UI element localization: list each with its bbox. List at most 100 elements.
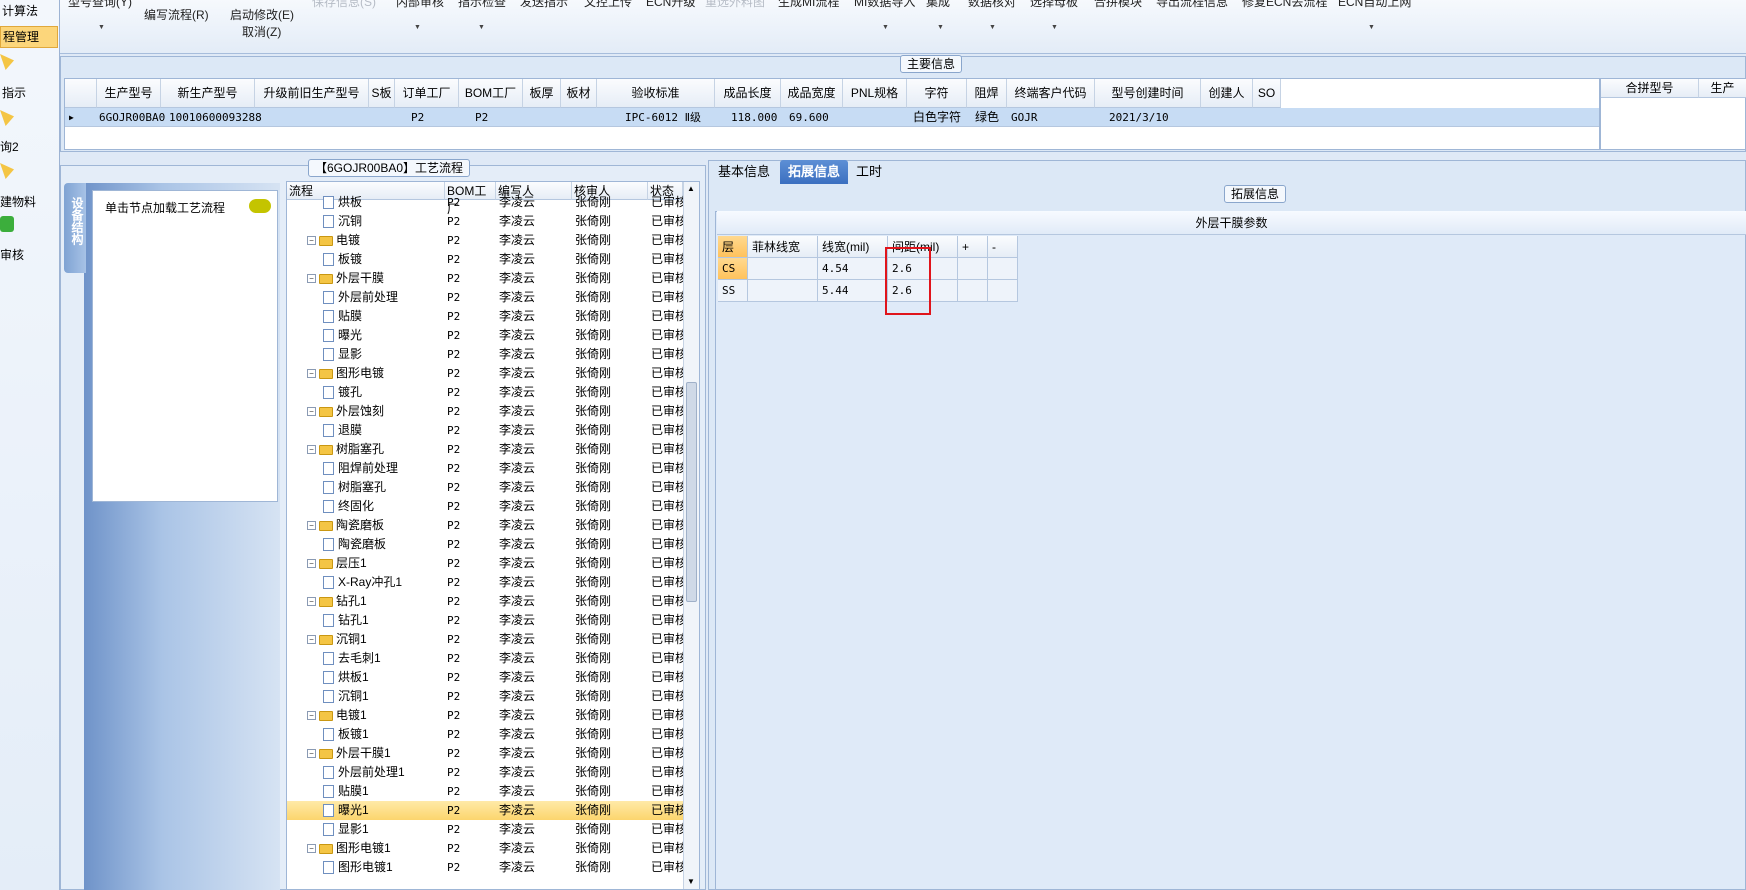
column-header[interactable]: 成品宽度 xyxy=(781,79,843,108)
cell-length[interactable]: 118.000 xyxy=(731,108,777,127)
tree-row[interactable]: 退膜 P2 李凌云 张倚刚 已审核 xyxy=(287,421,683,440)
column-header[interactable]: 线宽(mil) xyxy=(818,236,888,258)
cancel-button[interactable]: 取消(Z) xyxy=(242,23,281,40)
collapse-icon[interactable]: − xyxy=(307,597,316,607)
column-header[interactable]: 订单工厂 xyxy=(395,79,459,108)
collapse-icon[interactable]: − xyxy=(307,407,316,417)
tree-node[interactable]: − 钻孔1 xyxy=(307,592,445,611)
collapse-icon[interactable]: − xyxy=(307,236,316,246)
tree-row[interactable]: 烘板 P2 李凌云 张倚刚 已审核 xyxy=(287,193,683,212)
fix-ecn-process-button[interactable]: 修复ECN丢流程 xyxy=(1242,0,1327,10)
ecn-upgrade-button[interactable]: ECN升级 xyxy=(646,0,695,10)
column-header[interactable]: 阻焊 xyxy=(967,79,1007,108)
table-row[interactable] xyxy=(65,108,1599,127)
column-header[interactable]: 层 xyxy=(718,236,748,258)
collapse-icon[interactable]: − xyxy=(307,445,316,455)
cell-solder-mask[interactable]: 绿色 xyxy=(975,108,999,127)
tree-node[interactable]: − 外层蚀刻 xyxy=(307,402,445,421)
nav-item-calc[interactable]: 计算法 xyxy=(0,2,58,19)
chevron-down-icon[interactable]: ▼ xyxy=(478,24,485,31)
tree-node[interactable]: − 树脂塞孔 xyxy=(307,440,445,459)
collapse-icon[interactable]: − xyxy=(307,369,316,379)
collapse-icon[interactable]: − xyxy=(307,635,316,645)
tree-node[interactable]: 贴膜 xyxy=(323,307,445,326)
collapse-icon[interactable]: − xyxy=(307,274,316,284)
tree-row[interactable]: − 电镀 P2 李凌云 张倚刚 已审核 xyxy=(287,231,683,250)
empty-cell[interactable] xyxy=(988,258,1018,280)
reselect-drawing-button[interactable]: 重选外料图 xyxy=(705,0,765,10)
tree-row[interactable]: − 层压1 P2 李凌云 张倚刚 已审核 xyxy=(287,554,683,573)
column-header[interactable]: 创建人 xyxy=(1201,79,1253,108)
collapse-icon[interactable]: − xyxy=(307,844,316,854)
add-column-button[interactable]: + xyxy=(958,236,988,258)
column-header[interactable]: PNL规格 xyxy=(843,79,907,108)
tree-row[interactable]: − 外层干膜1 P2 李凌云 张倚刚 已审核 xyxy=(287,744,683,763)
nav-item-query2[interactable]: 询2 xyxy=(0,138,58,155)
tree-node[interactable]: − 陶瓷磨板 xyxy=(307,516,445,535)
export-process-info-button[interactable]: 导出流程信息 xyxy=(1156,0,1228,10)
tree-row[interactable]: 曝光 P2 李凌云 张倚刚 已审核 xyxy=(287,326,683,345)
check-instruction-button[interactable]: 指示检查 xyxy=(458,0,506,10)
chevron-down-icon[interactable]: ▼ xyxy=(1368,24,1375,31)
tree-row[interactable]: 树脂塞孔 P2 李凌云 张倚刚 已审核 xyxy=(287,478,683,497)
tree-node[interactable]: 沉铜1 xyxy=(323,687,445,706)
internal-review-button[interactable]: 内部审核 xyxy=(396,0,444,10)
nav-item-review[interactable]: 审核 xyxy=(0,246,58,263)
tree-node[interactable]: 曝光1 xyxy=(323,801,445,820)
tab-basic-info[interactable]: 基本信息 xyxy=(710,160,778,184)
ecn-auto-online-button[interactable]: ECN自动上网 xyxy=(1338,0,1411,10)
tree-row[interactable]: 陶瓷磨板 P2 李凌云 张倚刚 已审核 xyxy=(287,535,683,554)
tree-node[interactable]: − 外层干膜1 xyxy=(307,744,445,763)
start-modify-button[interactable]: 启动修改(E) xyxy=(230,6,294,23)
tree-row[interactable]: − 外层干膜 P2 李凌云 张倚刚 已审核 xyxy=(287,269,683,288)
tree-node[interactable]: 终固化 xyxy=(323,497,445,516)
vertical-scrollbar[interactable]: ▲ ▼ xyxy=(683,182,699,889)
load-process-box[interactable]: 单击节点加载工艺流程 xyxy=(92,190,278,502)
tree-row[interactable]: 外层前处理1 P2 李凌云 张倚刚 已审核 xyxy=(287,763,683,782)
tree-row[interactable]: 曝光1 P2 李凌云 张倚刚 已审核 xyxy=(287,801,683,820)
collapse-icon[interactable]: − xyxy=(307,711,316,721)
tree-node[interactable]: − 层压1 xyxy=(307,554,445,573)
collapse-icon[interactable]: − xyxy=(307,749,316,759)
chevron-down-icon[interactable]: ▼ xyxy=(989,24,996,31)
tree-node[interactable]: 阻焊前处理 xyxy=(323,459,445,478)
tree-row[interactable]: 沉铜1 P2 李凌云 张倚刚 已审核 xyxy=(287,687,683,706)
column-header[interactable]: 字符 xyxy=(907,79,967,108)
film-width-cell[interactable] xyxy=(748,258,818,280)
column-header[interactable]: 板厚 xyxy=(523,79,561,108)
cell-order-factory[interactable]: P2 xyxy=(411,108,424,127)
tab-extended-info[interactable]: 拓展信息 xyxy=(780,160,849,184)
tree-node[interactable]: 外层前处理 xyxy=(323,288,445,307)
tree-row[interactable]: 板镀 P2 李凌云 张倚刚 已审核 xyxy=(287,250,683,269)
chevron-down-icon[interactable]: ▼ xyxy=(414,24,421,31)
tree-node[interactable]: − 外层干膜 xyxy=(307,269,445,288)
tree-node[interactable]: 镀孔 xyxy=(323,383,445,402)
cell-width[interactable]: 69.600 xyxy=(789,108,829,127)
cell-model[interactable]: 6GOJR00BA0 xyxy=(99,108,165,127)
tree-node[interactable]: 曝光 xyxy=(323,326,445,345)
tab-device-structure[interactable]: 设备结构 xyxy=(64,183,86,273)
tree-row[interactable]: 显影1 P2 李凌云 张倚刚 已审核 xyxy=(287,820,683,839)
film-width-cell[interactable] xyxy=(748,280,818,302)
cell-customer-code[interactable]: GOJR xyxy=(1011,108,1038,127)
tree-row[interactable]: 沉铜 P2 李凌云 张倚刚 已审核 xyxy=(287,212,683,231)
mi-data-import-button[interactable]: MI数据导入 xyxy=(854,0,915,10)
scroll-up-icon[interactable]: ▲ xyxy=(687,184,695,193)
select-mother-board-button[interactable]: 选择母板 xyxy=(1030,0,1078,10)
merge-module-button[interactable]: 合拼模块 xyxy=(1094,0,1142,10)
tree-node[interactable]: 图形电镀1 xyxy=(323,858,445,877)
tree-node[interactable]: − 沉铜1 xyxy=(307,630,445,649)
chevron-down-icon[interactable]: ▼ xyxy=(1051,24,1058,31)
cell-character[interactable]: 白色字符 xyxy=(913,108,961,127)
model-query-button[interactable]: 型号查询(Y) xyxy=(68,0,132,10)
doc-upload-button[interactable]: 文控上传 xyxy=(584,0,632,10)
tree-row[interactable]: 图形电镀1 P2 李凌云 张倚刚 已审核 xyxy=(287,858,683,877)
column-header[interactable]: SO xyxy=(1253,79,1281,108)
tree-row[interactable]: − 图形电镀1 P2 李凌云 张倚刚 已审核 xyxy=(287,839,683,858)
tree-row[interactable]: − 电镀1 P2 李凌云 张倚刚 已审核 xyxy=(287,706,683,725)
tree-row[interactable]: 板镀1 P2 李凌云 张倚刚 已审核 xyxy=(287,725,683,744)
tree-row[interactable]: − 沉铜1 P2 李凌云 张倚刚 已审核 xyxy=(287,630,683,649)
integrate-button[interactable]: 集成 xyxy=(926,0,950,10)
tree-node[interactable]: 退膜 xyxy=(323,421,445,440)
column-header[interactable]: 新生产型号 xyxy=(161,79,255,108)
